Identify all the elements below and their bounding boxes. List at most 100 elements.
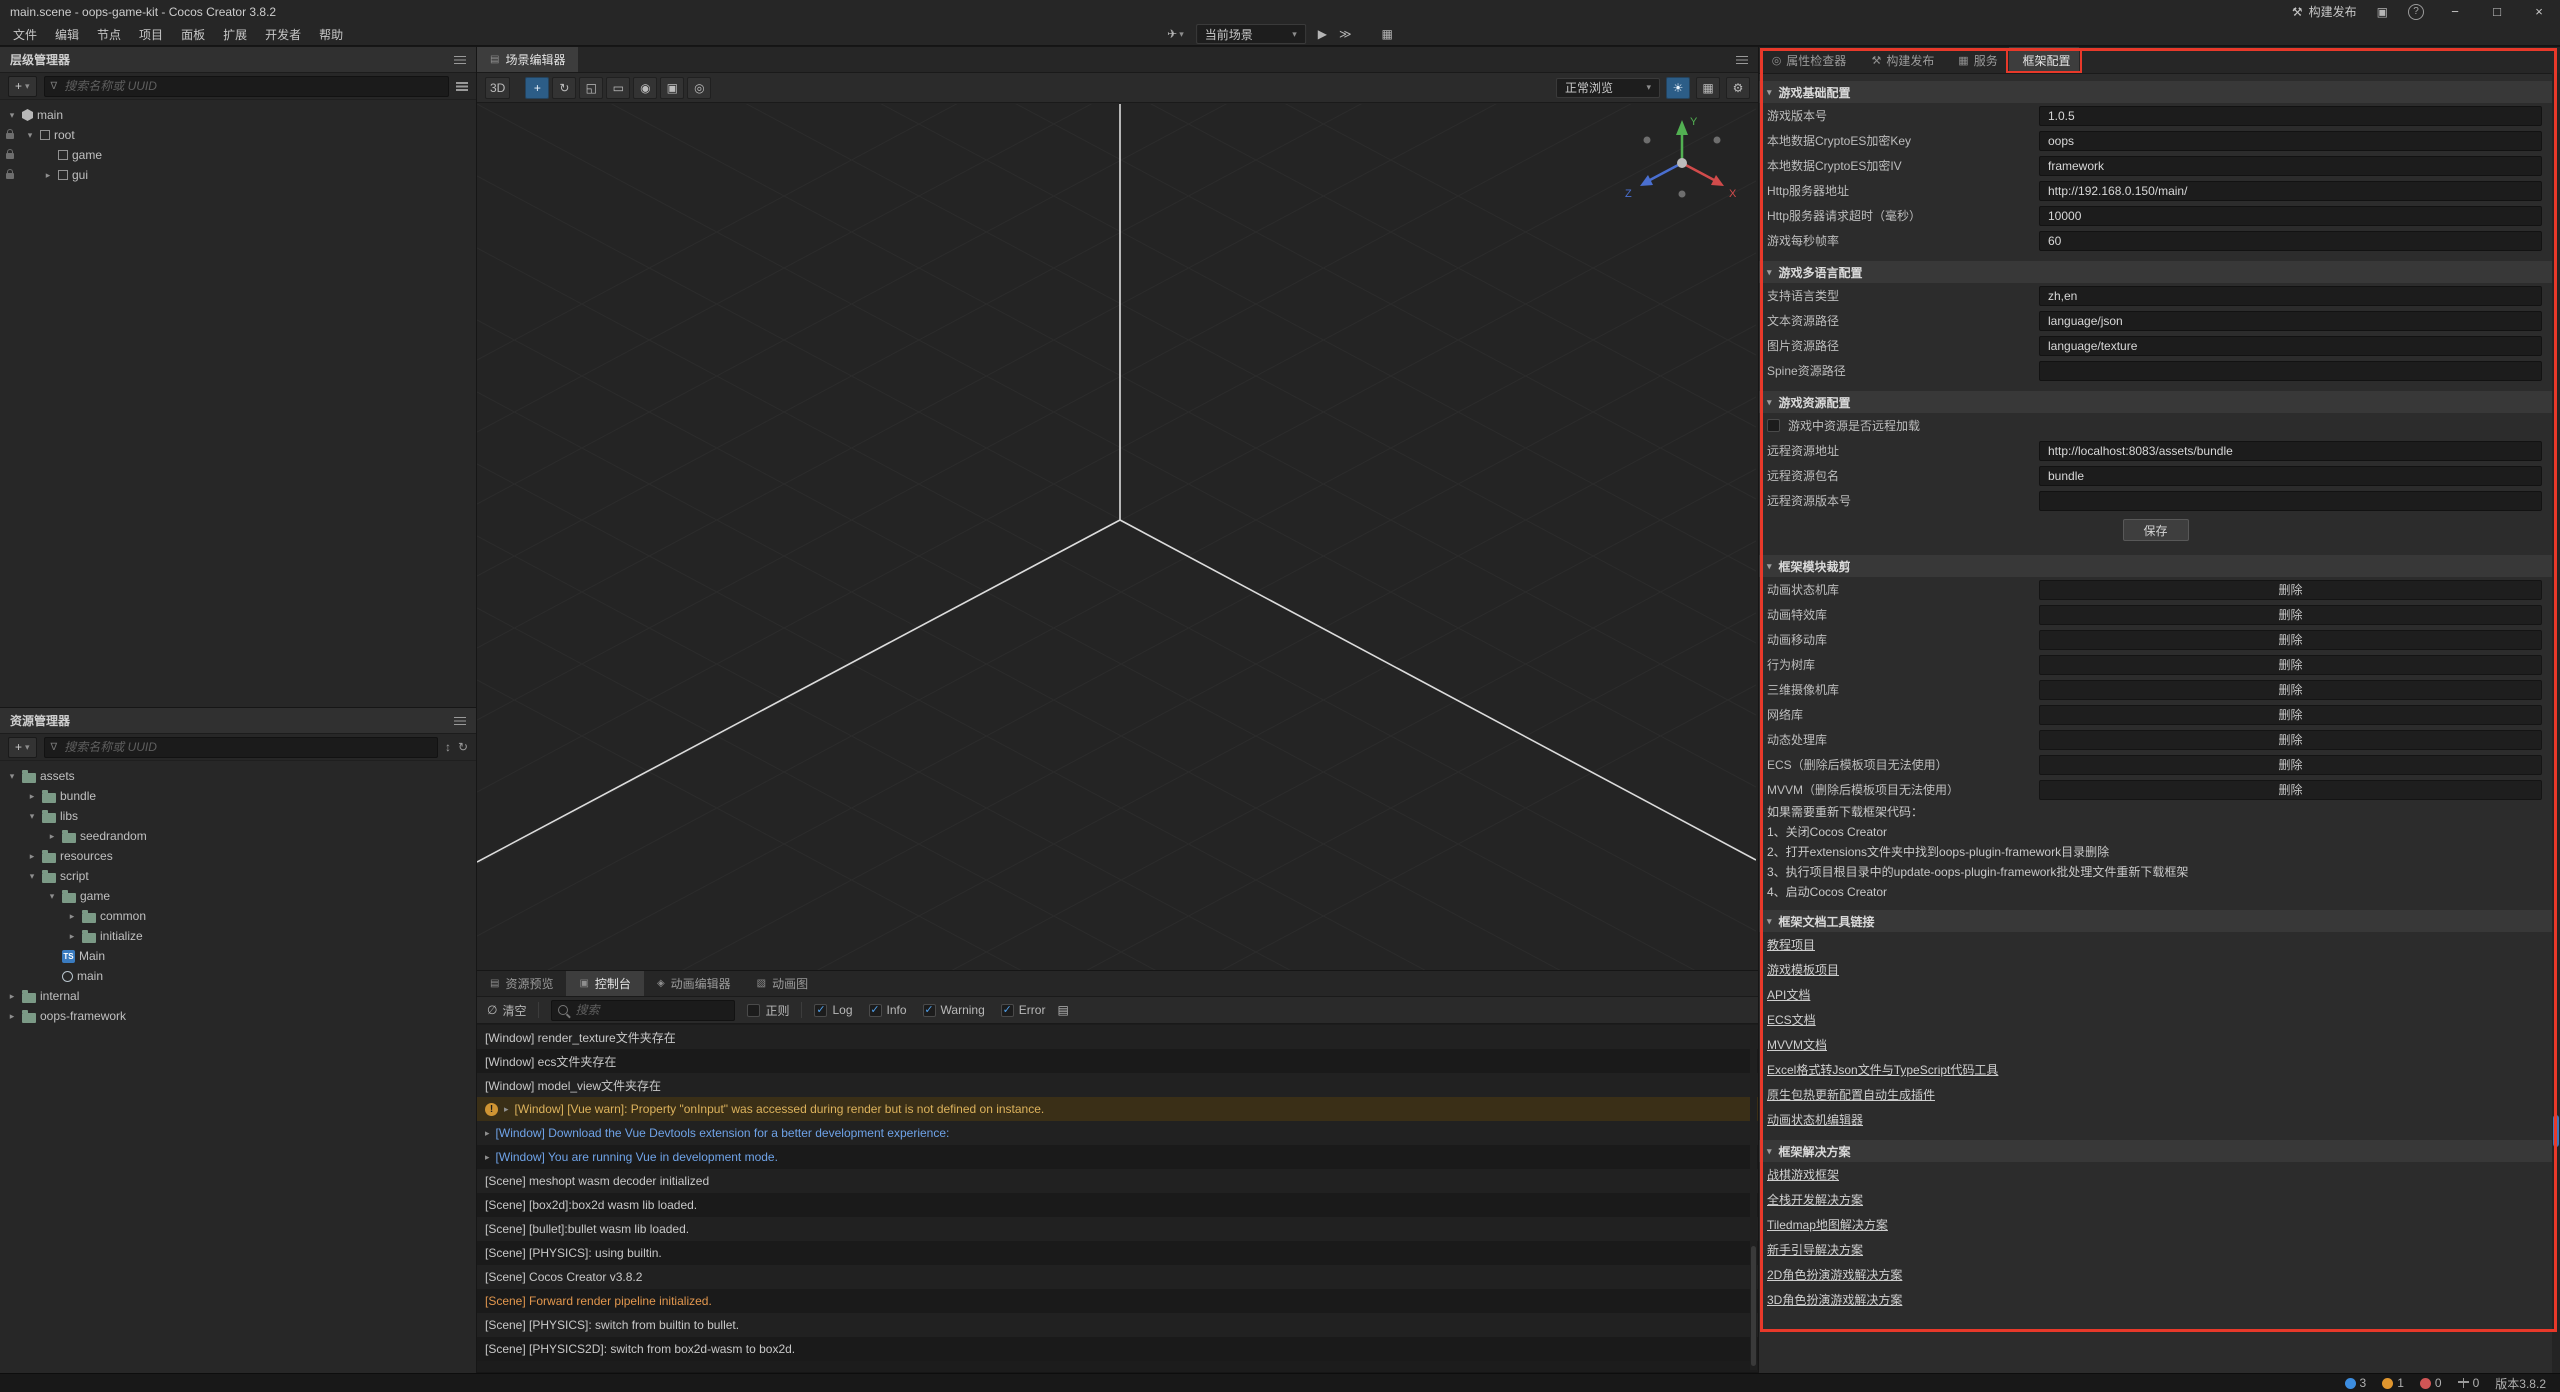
asset-node[interactable]: ▸ internal (0, 986, 476, 1006)
config-field-input[interactable] (2039, 231, 2542, 251)
expand-arrow-icon[interactable]: ▸ (6, 1011, 18, 1022)
log-filter-toggle[interactable]: Warning (923, 1003, 985, 1017)
scene-viewport[interactable]: Y X Z (477, 104, 1758, 970)
asset-node[interactable]: ▸ oops-framework (0, 1006, 476, 1026)
tab-console[interactable]: ▣ 控制台 (566, 971, 643, 996)
info-count[interactable]: 3 (2345, 1376, 2367, 1390)
clear-console-button[interactable]: ∅ 清空 (487, 1002, 526, 1019)
delete-module-button[interactable]: 删除 (2039, 630, 2542, 650)
tab-build-publish[interactable]: ⚒ 构建发布 (1859, 47, 1947, 73)
console-log-line[interactable]: [Window] render_texture文件夹存在 (477, 1025, 1758, 1049)
section-header-language[interactable]: ▾ 游戏多语言配置 (1759, 261, 2552, 283)
section-header-solutions[interactable]: ▾ 框架解决方案 (1759, 1140, 2552, 1162)
asset-node[interactable]: ▾ game (0, 886, 476, 906)
console-log-line[interactable]: [Scene] Cocos Creator v3.8.2 (477, 1265, 1758, 1289)
create-node-button[interactable]: +▾ (8, 76, 37, 97)
help-icon[interactable]: ? (2408, 4, 2424, 20)
config-field-input[interactable] (2039, 131, 2542, 151)
config-field-input[interactable] (2039, 336, 2542, 356)
build-publish-button[interactable]: ⚒ 构建发布 (2292, 3, 2357, 20)
config-field-input[interactable] (2039, 286, 2542, 306)
sort-icon[interactable]: ↕ (445, 740, 451, 754)
menu-item[interactable]: 开发者 (256, 26, 310, 43)
asset-node[interactable]: ▸ initialize (0, 926, 476, 946)
console-log-line[interactable]: [Scene] [PHYSICS]: using builtin. (477, 1241, 1758, 1265)
console-log-line[interactable]: ▸ [Window] Download the Vue Devtools ext… (477, 1121, 1758, 1145)
menu-item[interactable]: 面板 (172, 26, 214, 43)
package-icon[interactable]: ▣ (2377, 5, 2388, 19)
layout-grid-icon[interactable]: ▦ (1382, 27, 1393, 41)
preview-scene-dropdown[interactable]: 当前场景▾ (1196, 24, 1306, 44)
doc-link[interactable]: 教程项目 (1767, 936, 1815, 953)
maximize-button[interactable]: □ (2486, 4, 2508, 19)
expand-arrow-icon[interactable]: ▾ (26, 871, 38, 882)
grid-toggle-button[interactable]: ▦ (1696, 77, 1720, 99)
delete-module-button[interactable]: 删除 (2039, 655, 2542, 675)
doc-link[interactable]: 原生包热更新配置自动生成插件 (1767, 1086, 1935, 1103)
menu-item[interactable]: 扩展 (214, 26, 256, 43)
tab-animation-editor[interactable]: ◈ 动画编辑器 (644, 971, 744, 996)
expand-arrow-icon[interactable]: ▸ (485, 1152, 490, 1163)
panel-menu-icon[interactable] (454, 716, 466, 726)
asset-node[interactable]: ▾ assets (0, 766, 476, 786)
solution-link[interactable]: 2D角色扮演游戏解决方案 (1767, 1266, 1902, 1283)
expand-arrow-icon[interactable]: ▾ (6, 110, 18, 121)
asset-node[interactable]: ▸ bundle (0, 786, 476, 806)
pivot-toggle-button[interactable]: ▣ (660, 77, 684, 99)
axis-gizmo[interactable]: Y X Z (1617, 108, 1757, 228)
console-log-line[interactable]: [Scene] Forward render pipeline initiali… (477, 1289, 1758, 1313)
console-log-line[interactable]: [Scene] [PHYSICS2D]: switch from box2d-w… (477, 1337, 1758, 1361)
console-log-line[interactable]: ▸ [Window] You are running Vue in develo… (477, 1145, 1758, 1169)
expand-arrow-icon[interactable]: ▾ (24, 130, 36, 141)
move-tool-button[interactable]: + (525, 77, 549, 99)
doc-link[interactable]: MVVM文档 (1767, 1036, 1827, 1053)
view-mode-dropdown[interactable]: 正常浏览▾ (1556, 78, 1660, 98)
rect-tool-button[interactable]: ▭ (606, 77, 630, 99)
doc-link[interactable]: 动画状态机编辑器 (1767, 1111, 1863, 1128)
lock-icon[interactable] (6, 133, 14, 139)
expand-arrow-icon[interactable]: ▸ (42, 170, 54, 181)
step-button[interactable]: ≫ (1339, 27, 1352, 41)
delete-module-button[interactable]: 删除 (2039, 580, 2542, 600)
config-field-input[interactable] (2039, 156, 2542, 176)
export-log-icon[interactable]: ▤ (1057, 1003, 1068, 1017)
asset-node[interactable]: main (0, 966, 476, 986)
delete-module-button[interactable]: 删除 (2039, 780, 2542, 800)
play-button[interactable]: ▶ (1318, 27, 1327, 41)
tab-property-inspector[interactable]: ◎ 属性检查器 (1759, 47, 1859, 73)
doc-link[interactable]: Excel格式转Json文件与TypeScript代码工具 (1767, 1061, 1998, 1078)
hierarchy-node[interactable]: ▸ gui (0, 165, 476, 185)
expand-arrow-icon[interactable]: ▸ (26, 791, 38, 802)
expand-arrow-icon[interactable]: ▾ (26, 811, 38, 822)
delete-module-button[interactable]: 删除 (2039, 730, 2542, 750)
lock-icon[interactable] (6, 153, 14, 159)
hierarchy-search-input[interactable] (62, 78, 442, 94)
scrollbar-thumb[interactable] (2553, 1115, 2559, 1147)
asset-node[interactable]: ▸ resources (0, 846, 476, 866)
section-header-modules[interactable]: ▾ 框架模块裁剪 (1759, 555, 2552, 577)
hierarchy-node[interactable]: ▾ root (0, 125, 476, 145)
panel-menu-icon[interactable] (454, 55, 466, 65)
menu-item[interactable]: 节点 (88, 26, 130, 43)
lighting-toggle-button[interactable]: ☀ (1666, 77, 1690, 99)
scene-settings-button[interactable]: ⚙ (1726, 77, 1750, 99)
config-field-input[interactable] (2039, 361, 2542, 381)
log-filter-toggle[interactable]: Log (814, 1003, 852, 1017)
perf-count[interactable]: 0 (2458, 1376, 2480, 1390)
solution-link[interactable]: 3D角色扮演游戏解决方案 (1767, 1291, 1902, 1308)
doc-link[interactable]: API文档 (1767, 986, 1810, 1003)
lock-icon[interactable] (6, 173, 14, 179)
error-count[interactable]: 0 (2420, 1376, 2442, 1390)
section-header-docs[interactable]: ▾ 框架文档工具链接 (1759, 910, 2552, 932)
delete-module-button[interactable]: 删除 (2039, 755, 2542, 775)
minimize-button[interactable]: − (2444, 4, 2466, 19)
config-field-input[interactable] (2039, 311, 2542, 331)
console-log-line[interactable]: [Scene] [box2d]:box2d wasm lib loaded. (477, 1193, 1758, 1217)
tab-scene-editor[interactable]: ▤ 场景编辑器 (477, 47, 578, 72)
console-log-line[interactable]: [Window] ecs文件夹存在 (477, 1049, 1758, 1073)
console-scrollbar[interactable] (1750, 1025, 1757, 1370)
filter-list-icon[interactable] (456, 81, 468, 91)
assets-search-input[interactable] (62, 739, 431, 755)
create-asset-button[interactable]: +▾ (8, 737, 37, 758)
config-field-input[interactable] (2039, 181, 2542, 201)
